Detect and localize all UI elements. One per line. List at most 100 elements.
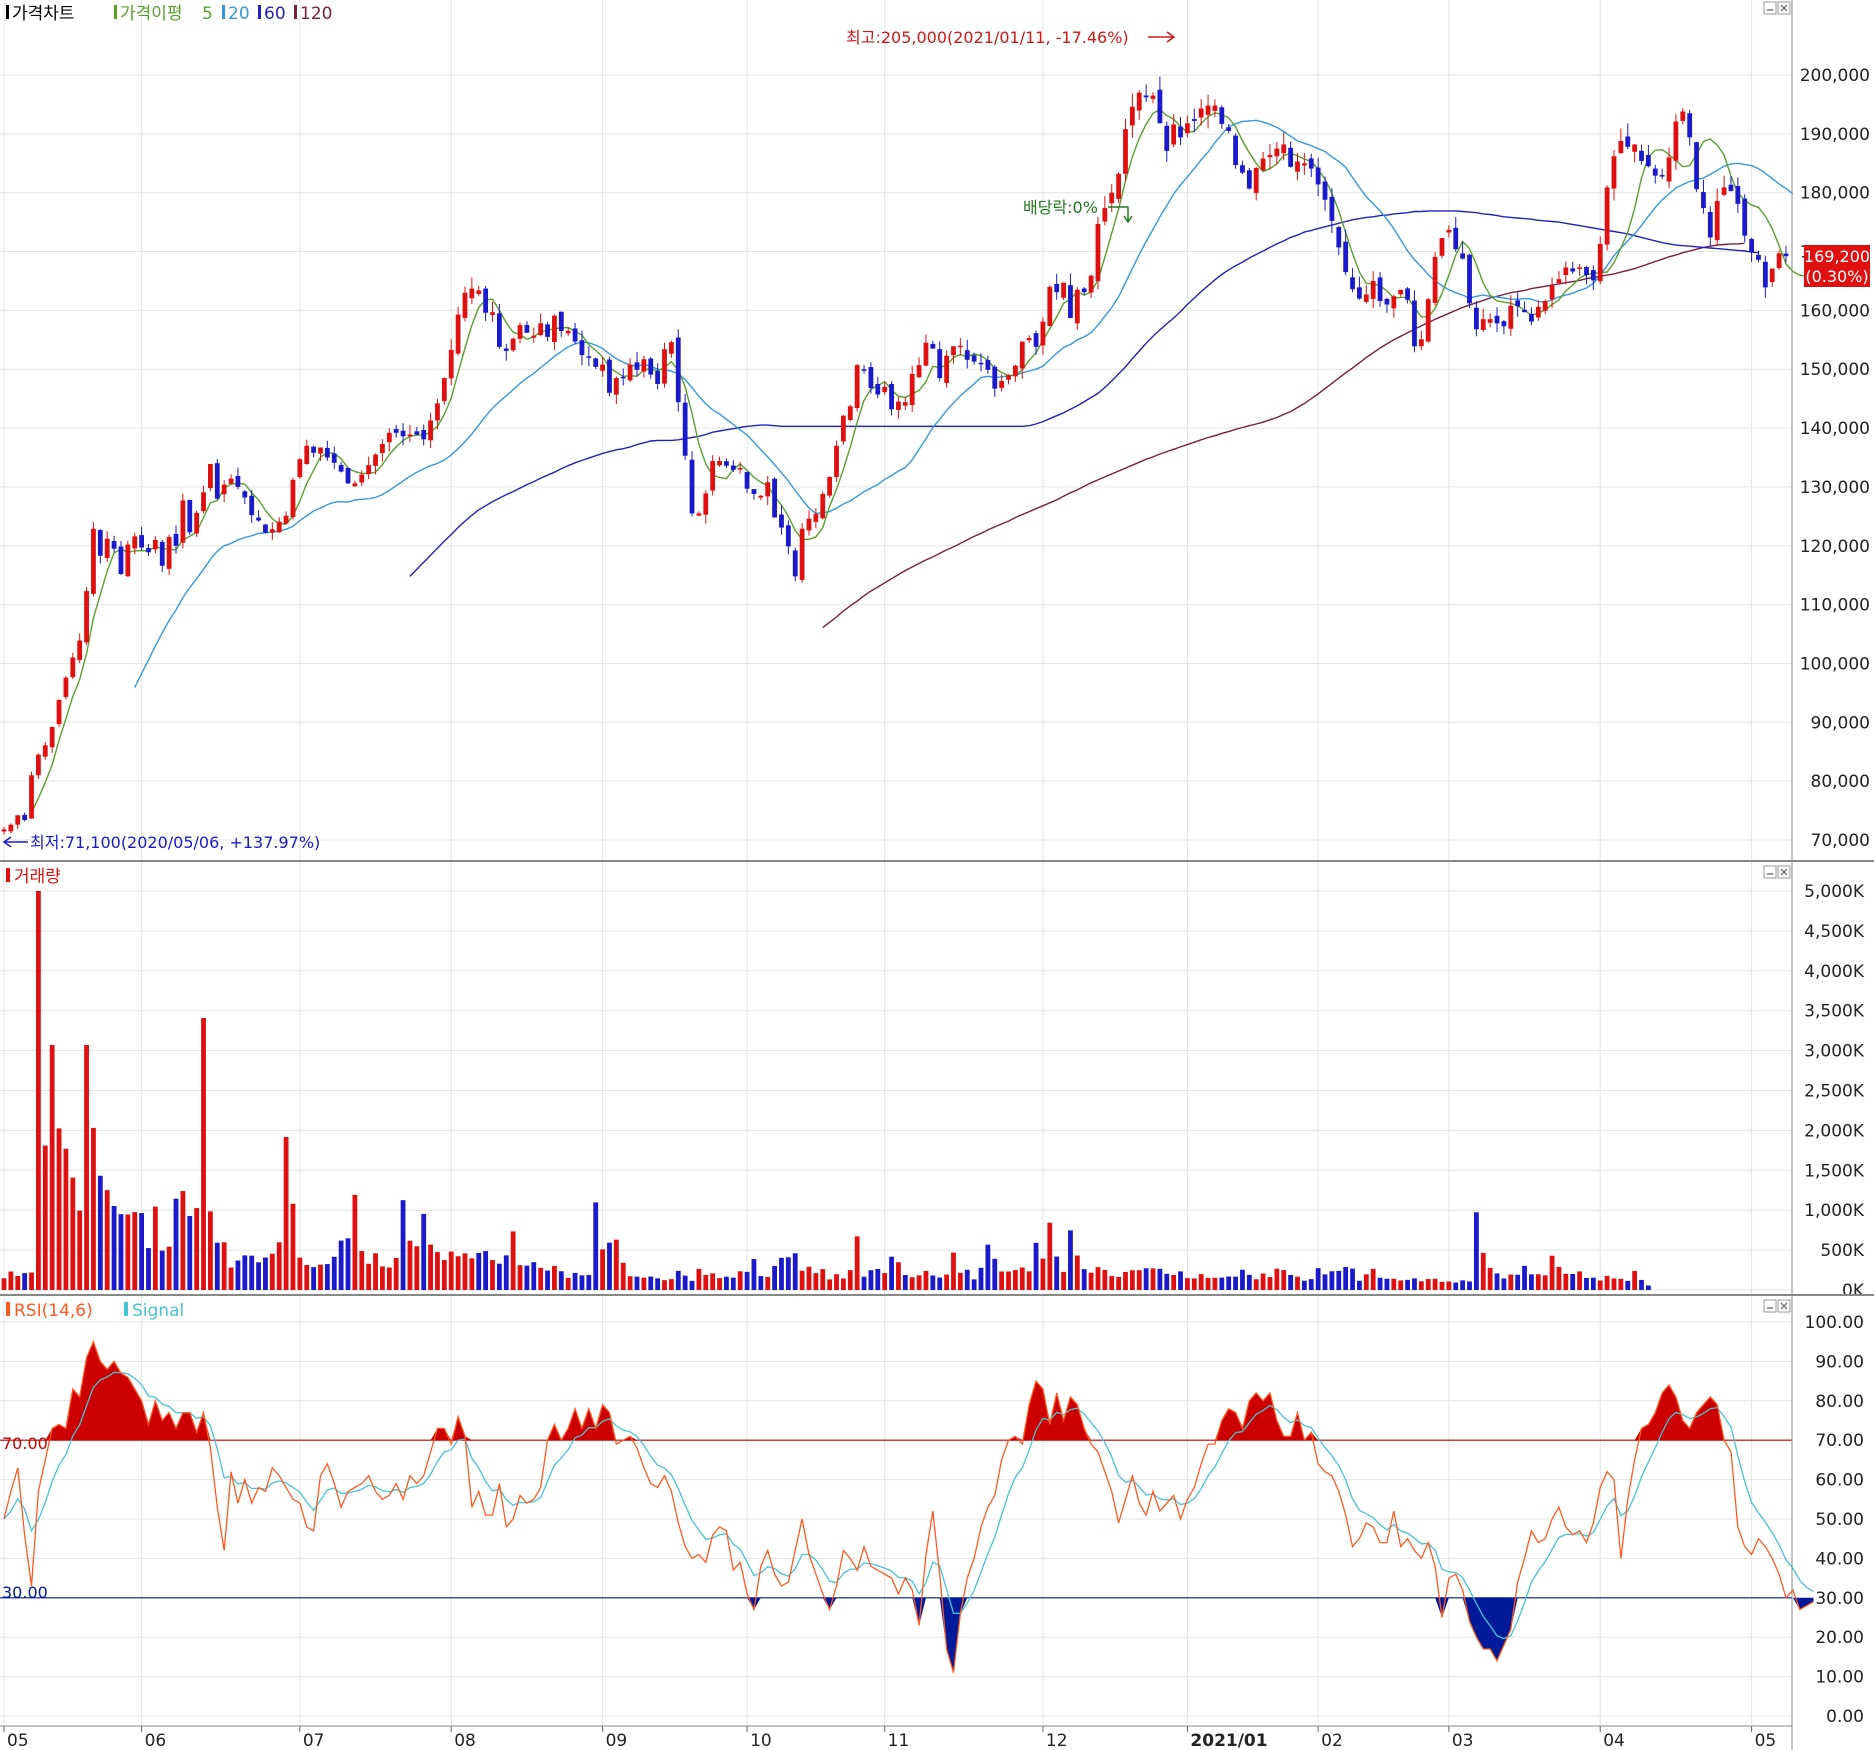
- candle-body: [875, 384, 881, 395]
- volume-bar: [36, 891, 41, 1290]
- volume-bar: [1515, 1274, 1521, 1290]
- volume-bar: [1019, 1267, 1025, 1290]
- candle-body: [1074, 289, 1080, 324]
- volume-bar: [944, 1274, 950, 1290]
- candle-body: [56, 699, 62, 725]
- candle-body: [1418, 339, 1424, 347]
- volume-bar: [724, 1276, 729, 1290]
- volume-bar: [593, 1202, 599, 1290]
- volume-bar: [1136, 1270, 1142, 1290]
- price-panel-close-button[interactable]: [1777, 1, 1791, 15]
- volume-bar: [1267, 1277, 1273, 1290]
- candle-body: [531, 335, 537, 338]
- candle-body: [703, 493, 709, 515]
- legend-marker-ma60: [258, 5, 261, 19]
- candle-body: [662, 349, 667, 384]
- volume-bar: [29, 1272, 34, 1290]
- volume-bar: [1301, 1280, 1307, 1290]
- volume-bar: [318, 1264, 323, 1290]
- volume-y-tick: 2,000K: [1804, 1121, 1865, 1141]
- candle-body: [724, 461, 729, 466]
- volume-bar: [1047, 1222, 1053, 1290]
- candle-body: [476, 290, 482, 294]
- volume-bar: [1150, 1268, 1156, 1290]
- candle-body: [1, 829, 7, 832]
- candle-body: [552, 315, 557, 343]
- volume-bar: [338, 1240, 344, 1290]
- volume-bar: [1577, 1271, 1582, 1290]
- candle-body: [1185, 123, 1190, 134]
- candle-body: [1088, 275, 1094, 293]
- price-panel: 200,000190,000180,000170,000160,000150,0…: [0, 0, 1870, 860]
- candle-body: [999, 381, 1005, 388]
- rsi-panel-close-button[interactable]: [1777, 1299, 1791, 1313]
- volume-bar: [180, 1191, 186, 1290]
- candle-body: [1116, 173, 1122, 199]
- candle-body: [1769, 268, 1775, 283]
- volume-bar: [1343, 1267, 1349, 1290]
- volume-bar: [1095, 1267, 1101, 1290]
- volume-bar: [1026, 1271, 1032, 1290]
- volume-bar: [111, 1205, 117, 1290]
- candle-body: [146, 548, 151, 553]
- volume-bar: [1143, 1268, 1149, 1290]
- candle-body: [1701, 192, 1706, 208]
- candle-body: [311, 446, 317, 453]
- volume-panel-close-button[interactable]: [1777, 865, 1791, 879]
- volume-bar: [834, 1274, 839, 1290]
- volume-bar: [558, 1271, 564, 1290]
- candle-body: [1329, 196, 1335, 221]
- volume-bar: [806, 1266, 812, 1290]
- legend-marker-volume: [6, 868, 10, 882]
- volume-bar: [882, 1273, 888, 1290]
- candle-body: [1026, 338, 1032, 341]
- candle-body: [1625, 136, 1631, 147]
- candle-body: [1487, 319, 1493, 323]
- candle-body: [1033, 333, 1039, 347]
- volume-bar: [930, 1275, 936, 1290]
- candle-body: [366, 465, 372, 475]
- volume-bar: [56, 1128, 62, 1290]
- candle-body: [1639, 150, 1644, 161]
- volume-bar: [1363, 1274, 1369, 1290]
- x-tick-label: 05: [7, 1731, 29, 1750]
- volume-bar: [455, 1256, 461, 1290]
- volume-bar: [1123, 1271, 1128, 1290]
- candle-body: [565, 330, 571, 334]
- price-y-tick: 90,000: [1811, 713, 1870, 733]
- volume-bar: [194, 1208, 200, 1290]
- volume-bar: [242, 1255, 248, 1290]
- price-legend: 가격차트 가격이평 5 20 60 120: [6, 4, 332, 24]
- candle-body: [1501, 321, 1507, 327]
- volume-bar: [1501, 1278, 1507, 1290]
- volume-bar: [689, 1280, 695, 1290]
- rsi-y-tick: 80.00: [1815, 1392, 1864, 1412]
- candle-body: [1783, 253, 1789, 257]
- candle-body: [1659, 175, 1665, 177]
- candle-body: [634, 362, 640, 370]
- rsi-panel-minimize-button[interactable]: [1763, 1299, 1777, 1313]
- price-panel-minimize-button[interactable]: [1763, 1, 1777, 15]
- candle-body: [1357, 287, 1362, 299]
- volume-bar: [1645, 1285, 1651, 1290]
- candle-body: [889, 383, 894, 410]
- volume-bar: [1171, 1274, 1177, 1290]
- candle-body: [1776, 253, 1782, 269]
- candle-body: [276, 521, 282, 533]
- volume-panel-minimize-button[interactable]: [1763, 865, 1777, 879]
- volume-bar: [1487, 1267, 1493, 1290]
- volume-bar: [820, 1269, 826, 1290]
- candle-body: [1253, 167, 1259, 193]
- volume-bar: [235, 1260, 241, 1290]
- current-change: (0.30%): [1805, 267, 1868, 286]
- volume-bar: [703, 1274, 709, 1290]
- candle-body: [854, 365, 860, 409]
- candle-body: [1171, 124, 1177, 145]
- candle-body: [916, 365, 922, 378]
- candle-body: [1570, 268, 1576, 272]
- candle-body: [627, 364, 633, 381]
- price-y-tick: 70,000: [1811, 831, 1870, 851]
- volume-bar: [765, 1276, 771, 1290]
- candle-body: [221, 484, 227, 495]
- rsi-y-tick: 10.00: [1815, 1668, 1864, 1688]
